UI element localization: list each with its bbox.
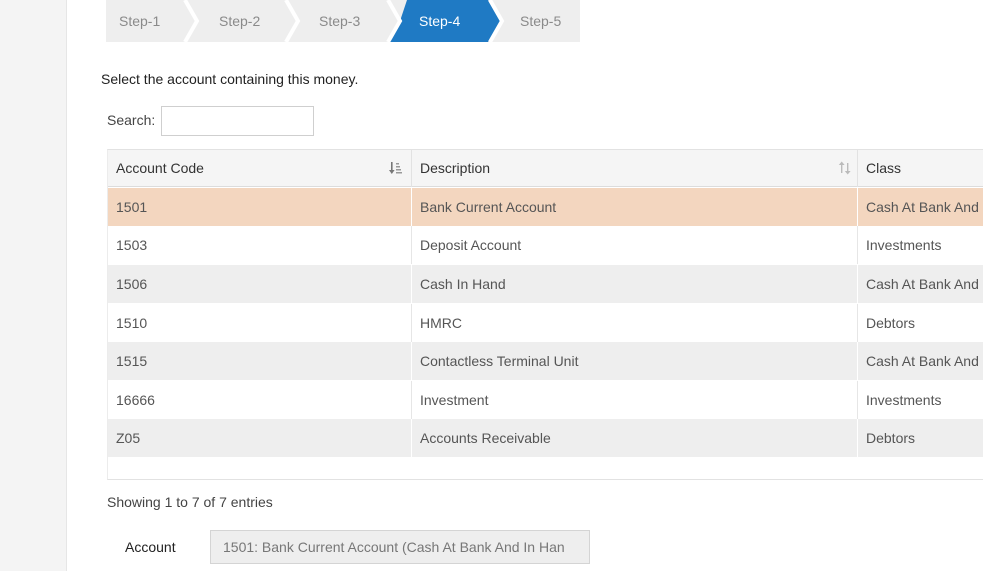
cell-account-code: 1515: [108, 342, 412, 380]
table-row[interactable]: 1501 Bank Current Account Cash At Bank A…: [108, 188, 983, 226]
left-gutter: [0, 0, 67, 571]
sort-both-icon: [838, 161, 851, 175]
table-row[interactable]: 1510 HMRC Debtors: [108, 304, 983, 342]
account-label: Account: [125, 539, 176, 555]
cell-account-code: Z05: [108, 419, 412, 457]
cell-class: Cash At Bank And: [866, 199, 979, 215]
cell-description: Investment: [412, 381, 858, 419]
step-separator-1: [183, 0, 200, 42]
cell-account-code: 16666: [108, 381, 412, 419]
table-header: Account Code Description Class: [108, 150, 983, 187]
cell-description: Accounts Receivable: [412, 419, 858, 457]
column-header-description[interactable]: Description: [412, 150, 858, 187]
instruction-text: Select the account containing this money…: [101, 71, 359, 87]
column-header-account-code[interactable]: Account Code: [108, 150, 412, 187]
cell-description: Contactless Terminal Unit: [412, 342, 858, 380]
table-row[interactable]: 1515 Contactless Terminal Unit Cash At B…: [108, 342, 983, 380]
table-row[interactable]: Z05 Accounts Receivable Debtors: [108, 419, 983, 457]
cell-class: Cash At Bank And: [866, 276, 979, 292]
cell-class: Investments: [866, 237, 942, 253]
search-input[interactable]: [161, 106, 314, 136]
accounts-table: Account Code Description Class 1501 Bank…: [107, 149, 983, 480]
account-field[interactable]: 1501: Bank Current Account (Cash At Bank…: [210, 530, 590, 564]
cell-account-code: 1503: [108, 226, 412, 264]
step-separator-2: [284, 0, 301, 42]
wizard-stepper: Step-1 Step-2 Step-3 Step-4 Step-5: [106, 0, 580, 42]
cell-class: Debtors: [866, 430, 916, 446]
table-info: Showing 1 to 7 of 7 entries: [107, 494, 273, 510]
cell-class: Cash At Bank And: [866, 353, 979, 369]
step-2[interactable]: Step-2: [219, 0, 260, 42]
column-header-class[interactable]: Class: [858, 150, 983, 187]
search-label: Search:: [107, 112, 156, 128]
column-header-label: Class: [866, 160, 902, 176]
column-header-label: Description: [420, 160, 491, 176]
step-4-active[interactable]: Step-4: [419, 0, 460, 42]
table-row[interactable]: 1503 Deposit Account Investments: [108, 226, 983, 264]
cell-description: HMRC: [412, 304, 858, 342]
cell-class: Investments: [866, 392, 942, 408]
cell-class: Debtors: [866, 315, 916, 331]
cell-account-code: 1506: [108, 265, 412, 303]
cell-description: Deposit Account: [412, 226, 858, 264]
cell-description: Cash In Hand: [412, 265, 858, 303]
table-row[interactable]: 1506 Cash In Hand Cash At Bank And: [108, 265, 983, 303]
step-5[interactable]: Step-5: [520, 0, 561, 42]
step-3[interactable]: Step-3: [319, 0, 360, 42]
table-row[interactable]: 16666 Investment Investments: [108, 381, 983, 419]
cell-account-code: 1501: [108, 188, 412, 226]
cell-description: Bank Current Account: [412, 188, 858, 226]
sort-ascending-icon: [389, 162, 402, 174]
step-1[interactable]: Step-1: [119, 0, 160, 42]
column-header-label: Account Code: [116, 160, 204, 176]
cell-account-code: 1510: [108, 304, 412, 342]
